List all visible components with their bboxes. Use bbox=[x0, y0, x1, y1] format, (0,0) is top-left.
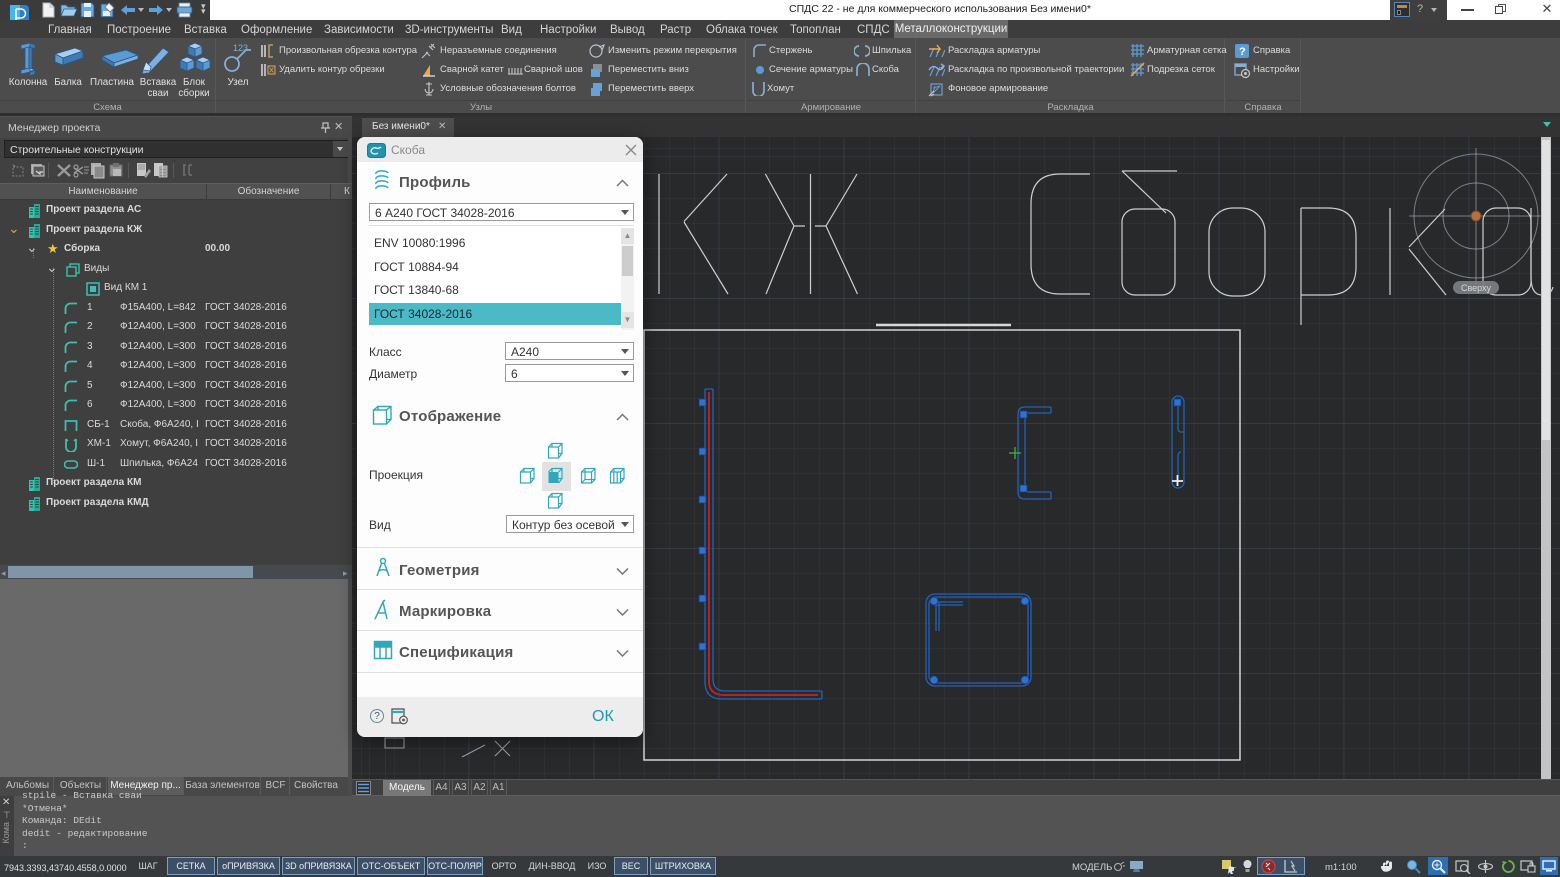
svg-text:?: ? bbox=[1239, 46, 1246, 58]
svg-text:123: 123 bbox=[233, 43, 248, 53]
svg-text:Сверху: Сверху bbox=[1461, 283, 1492, 293]
